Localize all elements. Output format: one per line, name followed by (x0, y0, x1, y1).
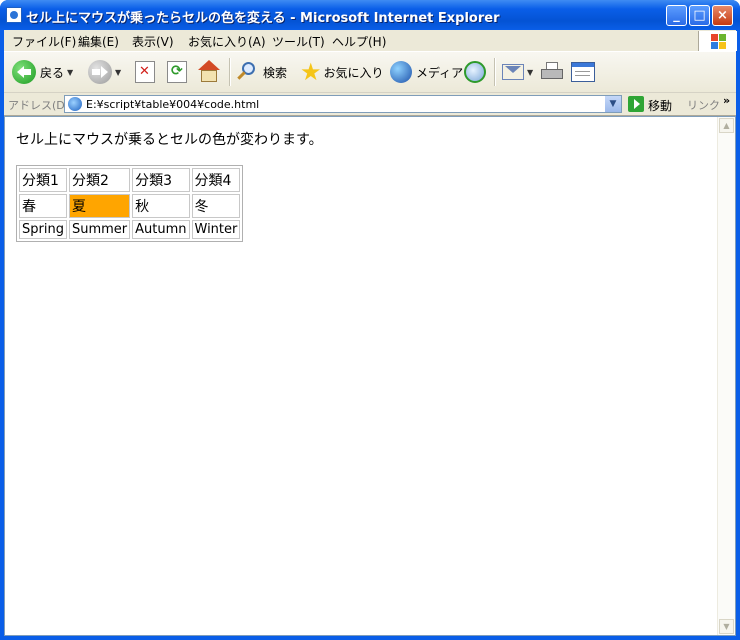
address-field[interactable]: E:¥script¥table¥004¥code.html ▼ (64, 95, 622, 113)
menu-favorites[interactable]: お気に入り(A) (188, 33, 266, 50)
forward-button[interactable]: ▼ (88, 58, 121, 86)
vertical-scrollbar[interactable]: ▲ ▼ (717, 117, 735, 635)
page-viewport: セル上にマウスが乗るとセルの色が変わります。 分類1 分類2 分類3 分類4 春… (4, 116, 736, 636)
favorites-label: お気に入り (323, 65, 384, 80)
mail-icon (502, 64, 524, 80)
toolbar-more-icon[interactable]: » (723, 94, 730, 107)
page-favicon-icon (68, 97, 82, 111)
printer-icon (540, 62, 564, 82)
address-label: アドレス(D) (8, 99, 70, 112)
go-arrow-icon[interactable] (628, 96, 644, 112)
address-dropdown-icon[interactable]: ▼ (604, 96, 621, 112)
scroll-up-icon[interactable]: ▲ (719, 118, 734, 133)
table-cell[interactable]: Winter (191, 220, 241, 239)
intro-text: セル上にマウスが乗るとセルの色が変わります。 (16, 132, 323, 148)
forward-arrow-icon (88, 60, 112, 84)
menu-view[interactable]: 表示(V) (132, 33, 174, 50)
close-button[interactable]: × (712, 5, 733, 26)
table-cell[interactable]: 秋 (132, 194, 190, 218)
menu-edit[interactable]: 編集(E) (78, 33, 119, 50)
table-row: 春 夏 秋 冬 (19, 194, 241, 218)
menu-file[interactable]: ファイル(F) (12, 33, 76, 50)
refresh-button[interactable]: ⟳ (167, 58, 187, 86)
history-icon (464, 61, 486, 83)
media-button[interactable]: メディア (390, 58, 463, 86)
stop-icon: ✕ (135, 61, 155, 83)
home-button[interactable] (197, 58, 221, 86)
edit-document-icon (571, 62, 595, 82)
table-cell[interactable]: 冬 (191, 194, 241, 218)
menu-help[interactable]: ヘルプ(H) (332, 33, 386, 50)
mail-button[interactable]: ▼ (502, 58, 533, 86)
standard-toolbar: 戻る ▼ ▼ ✕ ⟳ 検索 ★ お気に入り メディア ▼ (4, 52, 736, 93)
forward-dropdown-icon[interactable]: ▼ (115, 68, 121, 77)
media-icon (390, 61, 412, 83)
edit-button[interactable] (571, 58, 595, 86)
menu-tools[interactable]: ツール(T) (272, 33, 325, 50)
toolbar-separator (229, 58, 231, 86)
stop-button[interactable]: ✕ (135, 58, 155, 86)
page-content: セル上にマウスが乗るとセルの色が変わります。 分類1 分類2 分類3 分類4 春… (16, 129, 323, 242)
address-url: E:¥script¥table¥004¥code.html (86, 98, 260, 111)
back-button[interactable]: 戻る ▼ (12, 58, 73, 86)
star-icon: ★ (300, 58, 322, 86)
table-cell[interactable]: 分類1 (19, 168, 67, 192)
back-arrow-icon (12, 60, 36, 84)
menu-bar: ファイル(F) 編集(E) 表示(V) お気に入り(A) ツール(T) ヘルプ(… (4, 30, 737, 52)
title-bar[interactable]: セル上にマウスが乗ったらセルの色を変える - Microsoft Interne… (0, 0, 740, 30)
go-button[interactable]: 移動 (648, 97, 672, 114)
mail-dropdown-icon[interactable]: ▼ (527, 68, 533, 77)
window-title: セル上にマウスが乗ったらセルの色を変える - Microsoft Interne… (26, 11, 500, 26)
table-cell[interactable]: 春 (19, 194, 67, 218)
home-icon (197, 60, 221, 84)
table-cell[interactable]: Autumn (132, 220, 190, 239)
scroll-down-icon[interactable]: ▼ (719, 619, 734, 634)
table-row: Spring Summer Autumn Winter (19, 220, 241, 239)
table-cell-highlighted[interactable]: 夏 (68, 194, 131, 218)
table-cell[interactable]: Spring (19, 220, 67, 239)
toolbar-separator (494, 58, 496, 86)
print-button[interactable] (540, 58, 564, 86)
address-bar: アドレス(D) E:¥script¥table¥004¥code.html ▼ … (4, 93, 736, 116)
season-table: 分類1 分類2 分類3 分類4 春 夏 秋 冬 Spring Summer Au… (16, 165, 244, 242)
history-button[interactable] (464, 58, 486, 86)
browser-window: セル上にマウスが乗ったらセルの色を変える - Microsoft Interne… (0, 0, 740, 640)
table-cell[interactable]: 分類4 (191, 168, 241, 192)
media-label: メディア (416, 65, 464, 80)
search-label: 検索 (263, 65, 288, 80)
minimize-button[interactable]: _ (666, 5, 687, 26)
table-row: 分類1 分類2 分類3 分類4 (19, 168, 241, 192)
back-label: 戻る (40, 65, 65, 80)
table-cell[interactable]: 分類2 (68, 168, 131, 192)
favorites-button[interactable]: ★ お気に入り (300, 58, 384, 86)
back-dropdown-icon[interactable]: ▼ (67, 68, 73, 77)
search-button[interactable]: 検索 (236, 58, 287, 86)
ie-page-icon (6, 7, 22, 23)
maximize-button[interactable]: □ (689, 5, 710, 26)
search-icon (236, 61, 258, 83)
table-cell[interactable]: 分類3 (132, 168, 190, 192)
table-cell[interactable]: Summer (68, 220, 131, 239)
refresh-icon: ⟳ (167, 61, 187, 83)
window-body: ファイル(F) 編集(E) 表示(V) お気に入り(A) ツール(T) ヘルプ(… (4, 30, 737, 636)
windows-logo-icon (698, 31, 737, 51)
links-label[interactable]: リンク (687, 97, 720, 113)
